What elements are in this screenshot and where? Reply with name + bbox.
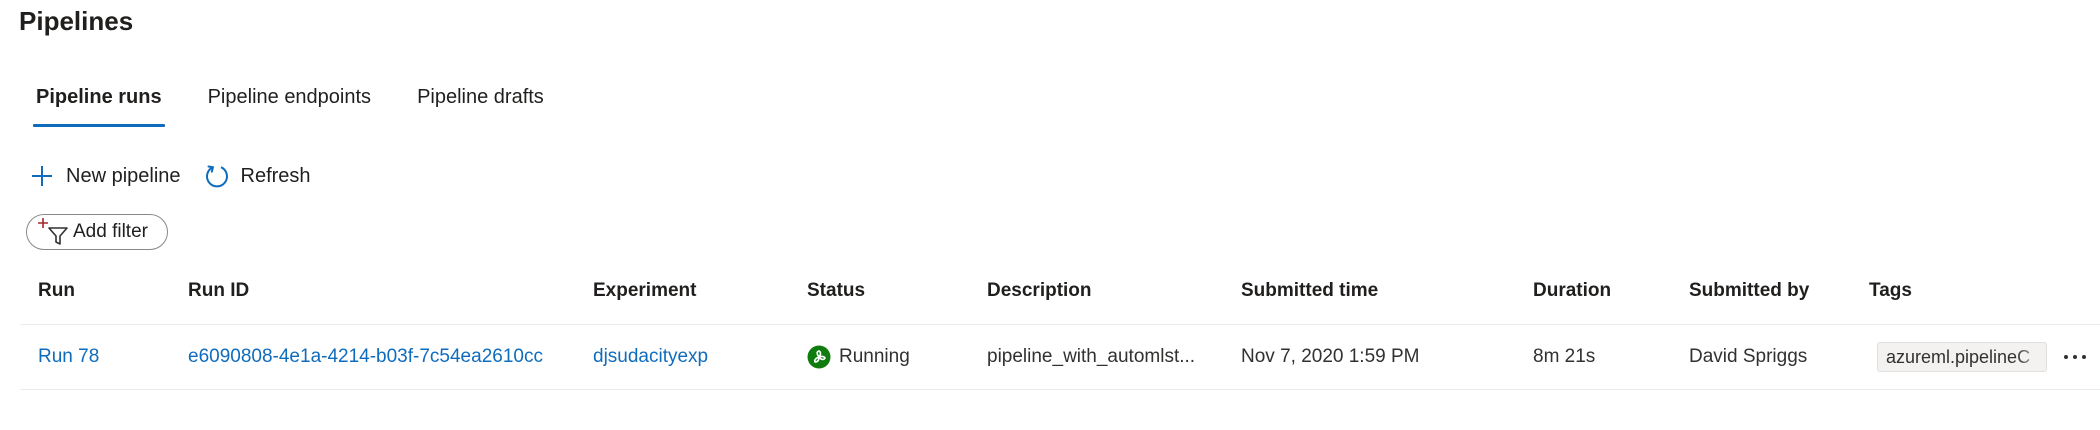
tab-pipeline-drafts[interactable]: Pipeline drafts [401, 80, 560, 114]
refresh-icon [203, 162, 231, 190]
column-header-submitted-by[interactable]: Submitted by [1689, 268, 1809, 314]
pipelines-page: Pipelines Pipeline runs Pipeline endpoin… [0, 0, 2100, 430]
column-header-submitted-time[interactable]: Submitted time [1241, 268, 1378, 314]
add-filter-icon [37, 217, 71, 247]
refresh-label: Refresh [240, 164, 311, 187]
column-header-run-id[interactable]: Run ID [188, 268, 249, 314]
column-header-duration[interactable]: Duration [1533, 268, 1611, 314]
status-cell: Running [807, 325, 910, 389]
refresh-button[interactable]: Refresh [203, 162, 311, 190]
run-link[interactable]: Run 78 [38, 325, 99, 389]
column-header-status[interactable]: Status [807, 268, 865, 314]
pipeline-runs-table: Run Run ID Experiment Status Description… [20, 268, 2100, 390]
run-id-link[interactable]: e6090808-4e1a-4214-b03f-7c54ea2610cc [188, 325, 543, 389]
new-pipeline-label: New pipeline [66, 164, 181, 187]
table-row[interactable]: Run 78 e6090808-4e1a-4214-b03f-7c54ea261… [20, 325, 2100, 390]
tab-bar: Pipeline runs Pipeline endpoints Pipelin… [20, 80, 574, 128]
status-label: Running [839, 346, 910, 367]
new-pipeline-button[interactable]: New pipeline [28, 162, 181, 190]
tag-label: azureml.pipelineC [1886, 347, 2031, 367]
more-options-button[interactable] [2060, 341, 2090, 371]
experiment-link[interactable]: djsudacityexp [593, 325, 708, 389]
running-icon [807, 345, 831, 369]
submitted-by-cell: David Spriggs [1689, 346, 1808, 367]
command-bar: New pipeline Refresh [28, 156, 333, 196]
tag-fade [2016, 343, 2046, 371]
column-header-run[interactable]: Run [38, 268, 75, 314]
column-header-tags[interactable]: Tags [1869, 268, 1912, 314]
more-icon [2063, 347, 2087, 365]
description-cell: pipeline_with_automlst... [987, 346, 1196, 367]
add-filter-label: Add filter [73, 221, 148, 242]
tab-pipeline-endpoints[interactable]: Pipeline endpoints [192, 80, 387, 114]
plus-icon [28, 162, 56, 190]
tab-pipeline-runs[interactable]: Pipeline runs [20, 80, 178, 127]
submitted-time-cell: Nov 7, 2020 1:59 PM [1241, 346, 1420, 367]
duration-cell: 8m 21s [1533, 346, 1596, 367]
column-header-description[interactable]: Description [987, 268, 1092, 314]
tag-chip[interactable]: azureml.pipelineC [1877, 342, 2047, 372]
column-header-experiment[interactable]: Experiment [593, 268, 696, 314]
add-filter-button[interactable]: Add filter [26, 214, 168, 250]
page-title: Pipelines [19, 6, 134, 36]
table-header: Run Run ID Experiment Status Description… [20, 268, 2100, 325]
